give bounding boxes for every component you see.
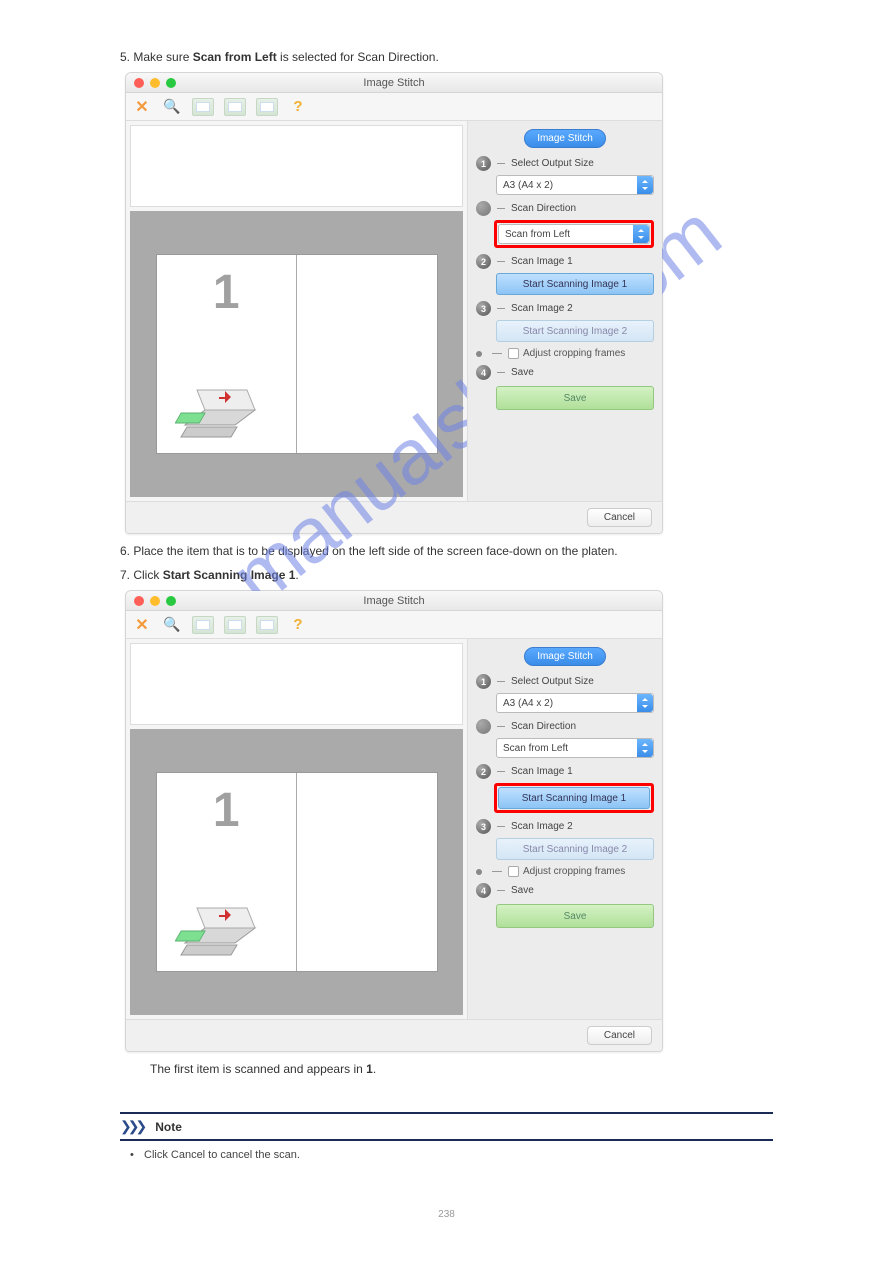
- note-body: Click Cancel to cancel the scan.: [120, 1141, 773, 1169]
- note-header: ❯❯❯ Note: [120, 1112, 773, 1141]
- window-title: Image Stitch: [126, 595, 662, 607]
- start-scanning-image-1-button[interactable]: Start Scanning Image 1: [498, 787, 650, 809]
- image-stitch-badge: Image Stitch: [524, 647, 606, 666]
- page-number: 238: [0, 1209, 893, 1220]
- save-button[interactable]: Save: [496, 386, 654, 410]
- chevron-updown-icon: [633, 225, 649, 243]
- preview-pane: 1: [126, 639, 467, 1019]
- thumb-icon-1[interactable]: [192, 616, 214, 634]
- save-button[interactable]: Save: [496, 904, 654, 928]
- step-4-row: 4 Save: [476, 365, 654, 380]
- titlebar: Image Stitch: [126, 73, 662, 93]
- scanner-icon: [175, 893, 275, 963]
- magnifier-icon[interactable]: 🔍: [162, 615, 182, 635]
- adjust-cropping-checkbox[interactable]: [508, 866, 519, 877]
- adjust-cropping-row: Adjust cropping frames: [476, 348, 654, 359]
- preview-pane: 1: [126, 121, 467, 501]
- step-1-row: 1 Select Output Size: [476, 156, 654, 171]
- thumb-icon-2[interactable]: [224, 98, 246, 116]
- note-title: Note: [155, 1120, 182, 1134]
- thumbnail-strip: [130, 643, 463, 725]
- magnifier-icon[interactable]: 🔍: [162, 97, 182, 117]
- scan-preview-area: 1: [130, 211, 463, 497]
- instruction-step-7: 7. Click Start Scanning Image 1.: [120, 568, 740, 582]
- step-2-row: 2 Scan Image 1: [476, 764, 654, 779]
- step-2-row: 2 Scan Image 1: [476, 254, 654, 269]
- scan-direction-row: Scan Direction: [476, 719, 654, 734]
- image-stitch-window-screenshot-2: Image Stitch ✕ 🔍 ? 1: [125, 590, 663, 1052]
- scan-direction-row: Scan Direction: [476, 201, 654, 216]
- thumb-icon-2[interactable]: [224, 616, 246, 634]
- close-x-icon[interactable]: ✕: [132, 615, 152, 635]
- chevron-updown-icon: [637, 176, 653, 194]
- close-x-icon[interactable]: ✕: [132, 97, 152, 117]
- footer-bar: Cancel: [126, 501, 662, 533]
- chevron-updown-icon: [637, 739, 653, 757]
- help-icon[interactable]: ?: [288, 97, 308, 117]
- adjust-cropping-row: Adjust cropping frames: [476, 866, 654, 877]
- scanner-icon: [175, 375, 275, 445]
- toolbar: ✕ 🔍 ?: [126, 611, 662, 639]
- output-size-dropdown[interactable]: A3 (A4 x 2): [496, 693, 654, 713]
- scan-direction-dropdown[interactable]: Scan from Left: [498, 224, 650, 244]
- footer-bar: Cancel: [126, 1019, 662, 1051]
- paper-preview: 1: [156, 254, 438, 454]
- image-stitch-badge: Image Stitch: [524, 129, 606, 148]
- chevron-updown-icon: [637, 694, 653, 712]
- start-scanning-image-2-button[interactable]: Start Scanning Image 2: [496, 838, 654, 860]
- cancel-button[interactable]: Cancel: [587, 508, 652, 527]
- start-scanning-image-2-button[interactable]: Start Scanning Image 2: [496, 320, 654, 342]
- scan-direction-dropdown[interactable]: Scan from Left: [496, 738, 654, 758]
- step-3-row: 3 Scan Image 2: [476, 301, 654, 316]
- steps-panel: Image Stitch 1 Select Output Size A3 (A4…: [467, 121, 662, 501]
- instruction-step-6: 6. Place the item that is to be displaye…: [120, 544, 740, 558]
- chevrons-icon: ❯❯❯: [120, 1118, 143, 1135]
- image-stitch-window-screenshot-1: Image Stitch ✕ 🔍 ? 1: [125, 72, 663, 534]
- placeholder-digit-1: 1: [157, 783, 297, 838]
- start-scan-1-highlight: Start Scanning Image 1: [494, 783, 654, 813]
- after-scan-text: The first item is scanned and appears in…: [150, 1062, 770, 1076]
- output-size-dropdown[interactable]: A3 (A4 x 2): [496, 175, 654, 195]
- window-title: Image Stitch: [126, 77, 662, 89]
- placeholder-digit-1: 1: [157, 265, 297, 320]
- thumb-icon-1[interactable]: [192, 98, 214, 116]
- thumb-icon-3[interactable]: [256, 616, 278, 634]
- toolbar: ✕ 🔍 ?: [126, 93, 662, 121]
- start-scanning-image-1-button[interactable]: Start Scanning Image 1: [496, 273, 654, 295]
- step-4-row: 4 Save: [476, 883, 654, 898]
- scan-direction-highlight: Scan from Left: [494, 220, 654, 248]
- thumbnail-strip: [130, 125, 463, 207]
- scan-preview-area: 1: [130, 729, 463, 1015]
- adjust-cropping-checkbox[interactable]: [508, 348, 519, 359]
- help-icon[interactable]: ?: [288, 615, 308, 635]
- step-1-row: 1 Select Output Size: [476, 674, 654, 689]
- step-3-row: 3 Scan Image 2: [476, 819, 654, 834]
- thumb-icon-3[interactable]: [256, 98, 278, 116]
- cancel-button[interactable]: Cancel: [587, 1026, 652, 1045]
- steps-panel: Image Stitch 1 Select Output Size A3 (A4…: [467, 639, 662, 1019]
- note-block: ❯❯❯ Note Click Cancel to cancel the scan…: [120, 1112, 773, 1169]
- instruction-step-5: 5. Make sure Scan from Left is selected …: [120, 50, 740, 64]
- paper-preview: 1: [156, 772, 438, 972]
- titlebar: Image Stitch: [126, 591, 662, 611]
